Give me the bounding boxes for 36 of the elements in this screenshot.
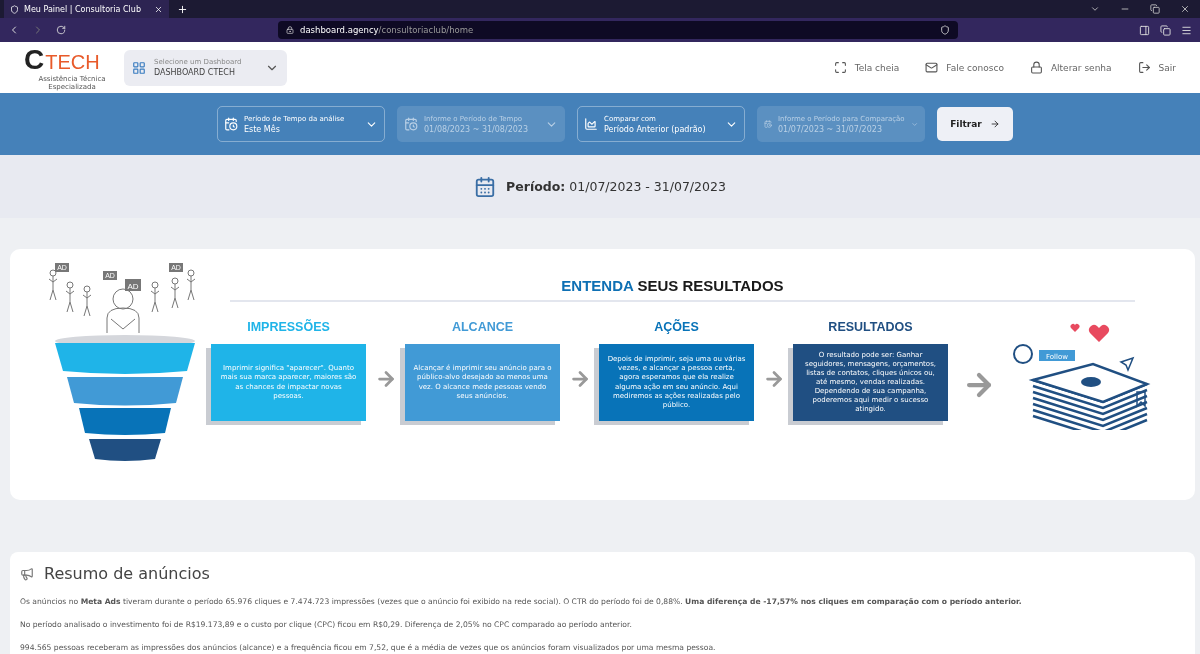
chevron-down-icon[interactable] [1090,4,1100,14]
arrow-right-icon [989,119,1000,129]
logout-icon [1137,61,1151,74]
nav-link[interactable]: Fale conosco [925,61,1004,74]
stage-title: IMPRESSÕES [247,320,330,336]
stage-title: RESULTADOS [828,320,913,336]
stage-title: AÇÕES [654,320,699,336]
filter-button[interactable]: Filtrar [937,107,1013,141]
stage-title: ALCANCE [451,320,514,336]
mail-icon [925,61,939,74]
period-text: Período: 01/07/2023 - 31/07/2023 [506,179,726,194]
close-icon[interactable] [1180,4,1190,14]
nav-link[interactable]: Alterar senha [1029,61,1112,74]
browser-tab[interactable]: Meu Painel | Consultoria Club [4,0,169,18]
calendar-icon [224,117,238,131]
nav-link[interactable]: Tela cheia [833,61,900,74]
nav-link[interactable]: Sair [1137,61,1176,74]
ad-badge-text: AD [127,282,139,291]
address-bar[interactable]: dashboard.agency/consultoriaclub/home [278,21,958,39]
infographic-title: ENTENDA SEUS RESULTADOS [560,276,785,294]
grid-icon [132,60,146,75]
summary-title: Resumo de anúncios [44,564,210,583]
menu-icon[interactable] [1181,24,1192,36]
calendar-icon [764,117,772,131]
lock-icon [1029,61,1043,74]
close-icon[interactable] [154,4,163,14]
megaphone-icon [20,566,34,581]
calendar-icon [404,117,418,131]
calendar-icon [474,175,497,198]
new-tab-icon[interactable] [177,3,188,15]
chart-icon [584,117,598,131]
site-icon [10,4,19,14]
fullscreen-icon [833,61,847,74]
sidebar-icon[interactable] [1139,24,1150,36]
reload-icon[interactable] [56,25,66,35]
restore-icon[interactable] [1150,4,1160,14]
